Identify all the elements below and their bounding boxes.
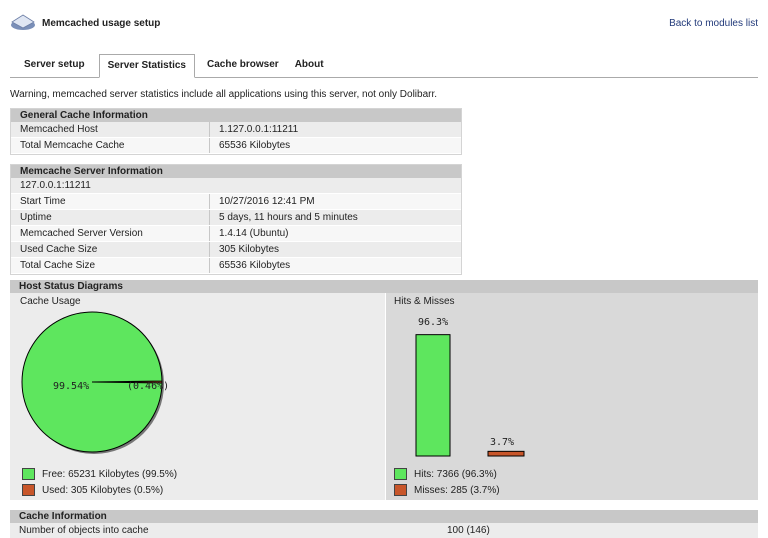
cache-info-row: Number of objects into cache 100 (146) [10,523,758,538]
legend-used-swatch [22,484,35,496]
server-row-label: Uptime [11,209,210,226]
server-info-table: Memcache Server Information 127.0.0.1:11… [10,164,462,275]
server-info-title: Memcache Server Information [11,165,461,178]
server-row-value: 10/27/2016 12:41 PM [209,193,461,210]
back-to-modules-link[interactable]: Back to modules list [669,18,758,29]
general-cache-table: General Cache Information Memcached Host… [10,108,462,155]
memcached-logo-icon [11,14,35,30]
server-row-value: 65536 Kilobytes [209,257,461,274]
server-row-label: Memcached Server Version [11,225,210,242]
legend-free-text: Free: 65231 Kilobytes (99.5%) [42,469,178,480]
cache-info-title: Cache Information [10,510,758,523]
hits-misses-label: Hits & Misses [394,296,455,307]
tab-server-statistics[interactable]: Server Statistics [98,54,195,78]
server-row-value: 1.4.14 (Ubuntu) [209,225,461,242]
cache-info-label: Number of objects into cache [19,525,149,536]
general-row-label: Total Memcache Cache [11,137,210,154]
server-row-label: Used Cache Size [11,241,210,258]
server-row-value: 305 Kilobytes [209,241,461,258]
server-row-label: Start Time [11,193,210,210]
general-row-value: 1.127.0.0.1:11211 [209,122,461,138]
diagrams-title: Host Status Diagrams [10,280,758,293]
pie-used-label: (0.46%) [127,381,170,392]
tab-bar: Server setup Server Statistics Cache bro… [10,54,332,78]
server-host: 127.0.0.1:11211 [11,178,461,194]
legend-free-swatch [22,468,35,480]
bar-hits-label: 96.3% [418,317,449,328]
legend-hits-swatch [394,468,407,480]
bar-hits [415,334,451,457]
tab-cache-browser[interactable]: Cache browser [199,54,287,76]
legend-misses-text: Misses: 285 (3.7%) [414,485,500,496]
legend-used-text: Used: 305 Kilobytes (0.5%) [42,485,164,496]
server-row-value: 5 days, 11 hours and 5 minutes [209,209,461,226]
general-cache-title: General Cache Information [11,109,461,122]
general-row-value: 65536 Kilobytes [209,137,461,154]
legend-hits-text: Hits: 7366 (96.3%) [414,469,497,480]
server-row-label: Total Cache Size [11,257,210,274]
bar-misses [487,450,525,457]
legend-misses-swatch [394,484,407,496]
bar-misses-label: 3.7% [490,437,515,448]
warning-message: Warning, memcached server statistics inc… [10,89,438,100]
general-row-label: Memcached Host [11,122,210,138]
tab-about[interactable]: About [287,54,332,76]
page-title: Memcached usage setup [42,18,161,29]
cache-info-value: 100 (146) [447,525,490,536]
tab-server-setup[interactable]: Server setup [16,54,93,76]
pie-free-label: 99.54% [53,381,90,392]
hits-misses-bar-chart [415,334,525,457]
cache-usage-label: Cache Usage [20,296,81,307]
